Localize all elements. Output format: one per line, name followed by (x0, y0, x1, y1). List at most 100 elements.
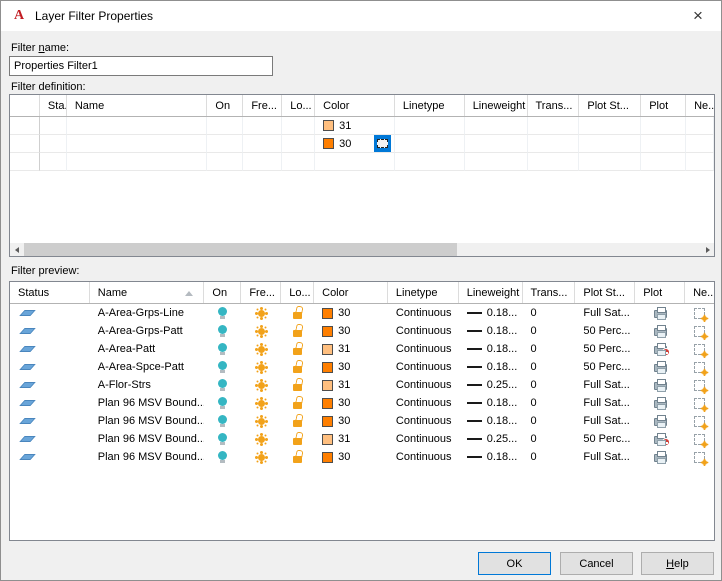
layer-row[interactable]: Plan 96 MSV Bound... 30 Continuous 0.18... 0… (10, 394, 714, 412)
filter-name-input[interactable] (9, 56, 273, 76)
definition-cell[interactable] (527, 153, 580, 171)
definition-cell[interactable] (641, 153, 687, 171)
layer-row[interactable]: A-Area-Patt 31 Continuous 0.18... 0 50 Perc..… (10, 340, 714, 358)
definition-cell[interactable] (66, 153, 208, 171)
definition-cell[interactable] (282, 135, 316, 153)
column-header-trans-[interactable]: Trans... (528, 95, 580, 116)
definition-cell[interactable] (243, 153, 283, 171)
column-header-lo-[interactable]: Lo... (281, 282, 315, 303)
definition-row[interactable] (10, 153, 714, 171)
plot-cell (635, 412, 685, 430)
column-header-name[interactable]: Name (90, 282, 205, 303)
column-header-plot-st-[interactable]: Plot St... (575, 282, 636, 303)
definition-cell[interactable] (686, 117, 714, 135)
column-header-fre-[interactable]: Fre... (243, 95, 283, 116)
definition-row[interactable]: 31 (10, 117, 714, 135)
preview-body[interactable]: A-Area-Grps-Line 30 Continuous 0.18... 0 Full… (10, 304, 714, 466)
definition-cell[interactable] (579, 117, 642, 135)
column-header-ne-[interactable]: Ne... (686, 95, 714, 116)
ok-button[interactable]: OK (478, 552, 551, 575)
column-header-on[interactable]: On (207, 95, 244, 116)
definition-cell[interactable] (527, 135, 580, 153)
definition-cell[interactable] (686, 153, 714, 171)
column-header-color[interactable]: Color (315, 95, 395, 116)
column-header-linetype[interactable]: Linetype (395, 95, 465, 116)
row-selector-cell[interactable] (10, 117, 40, 135)
layer-row[interactable]: A-Flor-Strs 31 Continuous 0.25... 0 Full Sat.… (10, 376, 714, 394)
cancel-button[interactable]: Cancel (560, 552, 633, 575)
color-swatch-icon (322, 433, 334, 445)
help-button[interactable]: Help (641, 552, 714, 575)
definition-cell[interactable] (394, 135, 465, 153)
definition-cell[interactable] (641, 117, 687, 135)
definition-cell[interactable] (579, 153, 642, 171)
definition-cell[interactable] (686, 135, 714, 153)
lock-cell (281, 430, 314, 448)
column-header-ne-[interactable]: Ne... (685, 282, 714, 303)
definition-cell[interactable] (282, 153, 316, 171)
layer-name-cell: Plan 96 MSV Bound... (97, 415, 205, 427)
close-icon[interactable]: × (681, 1, 715, 31)
definition-body[interactable]: 31 30 (10, 117, 714, 171)
definition-cell[interactable] (282, 117, 316, 135)
column-header-status[interactable]: Status (10, 282, 90, 303)
plot-style-cell: 50 Perc... (583, 325, 631, 337)
scroll-right-icon[interactable] (701, 243, 714, 256)
column-header-plot-st-[interactable]: Plot St... (579, 95, 642, 116)
definition-cell[interactable] (243, 117, 283, 135)
cell-select-icon[interactable] (373, 135, 391, 152)
definition-cell[interactable] (394, 117, 465, 135)
column-header-name[interactable]: Name (67, 95, 208, 116)
on-cell (204, 322, 241, 340)
layer-row[interactable]: A-Area-Grps-Patt 30 Continuous 0.18... 0 50 P… (10, 322, 714, 340)
definition-cell[interactable] (207, 117, 244, 135)
horizontal-scrollbar[interactable] (10, 243, 714, 256)
definition-cell[interactable] (243, 135, 283, 153)
definition-cell[interactable] (66, 135, 208, 153)
definition-cell[interactable] (464, 135, 528, 153)
definition-cell[interactable] (207, 153, 244, 171)
column-header-on[interactable]: On (204, 282, 242, 303)
column-header-sta-[interactable]: Sta... (40, 95, 67, 116)
column-header-trans-[interactable]: Trans... (523, 282, 576, 303)
column-header-fre-[interactable]: Fre... (241, 282, 282, 303)
definition-cell[interactable] (394, 153, 465, 171)
definition-cell[interactable] (527, 117, 580, 135)
column-header-plot[interactable]: Plot (641, 95, 687, 116)
definition-cell[interactable] (207, 135, 244, 153)
definition-cell[interactable] (66, 117, 208, 135)
definition-cell[interactable]: 31 (315, 117, 395, 135)
definition-cell[interactable] (39, 153, 67, 171)
filter-preview-table[interactable]: Status Name On Fre... Lo... Color Linetype Line… (9, 281, 715, 541)
layer-row[interactable]: A-Area-Grps-Line 30 Continuous 0.18... 0 Full… (10, 304, 714, 322)
scrollbar-thumb[interactable] (24, 243, 457, 256)
lock-cell (281, 322, 314, 340)
definition-cell[interactable] (641, 135, 687, 153)
definition-cell[interactable] (464, 117, 528, 135)
definition-cell[interactable] (464, 153, 528, 171)
layer-name-cell: A-Area-Grps-Line (97, 307, 184, 319)
layer-row[interactable]: Plan 96 MSV Bound... 30 Continuous 0.18... 0… (10, 448, 714, 466)
definition-cell[interactable] (39, 135, 67, 153)
column-header-plot[interactable]: Plot (635, 282, 686, 303)
column-header-linetype[interactable]: Linetype (388, 282, 459, 303)
column-header-color[interactable]: Color (314, 282, 388, 303)
column-header-row-selector[interactable] (10, 95, 40, 116)
status-cell (10, 358, 90, 376)
row-selector-cell[interactable] (10, 135, 40, 153)
status-cell (10, 430, 90, 448)
column-header-lineweight[interactable]: Lineweight (459, 282, 523, 303)
layer-row[interactable]: Plan 96 MSV Bound... 31 Continuous 0.25... 0… (10, 430, 714, 448)
definition-cell[interactable] (39, 117, 67, 135)
definition-row[interactable]: 30 (10, 135, 714, 153)
scroll-left-icon[interactable] (10, 243, 23, 256)
layer-row[interactable]: Plan 96 MSV Bound... 30 Continuous 0.18... 0… (10, 412, 714, 430)
layer-row[interactable]: A-Area-Spce-Patt 30 Continuous 0.18... 0 50 P… (10, 358, 714, 376)
column-header-lo-[interactable]: Lo... (282, 95, 316, 116)
definition-cell[interactable]: 30 (315, 135, 395, 153)
definition-cell[interactable] (579, 135, 642, 153)
filter-definition-table[interactable]: Sta...NameOnFre...Lo...ColorLinetypeLine… (9, 94, 715, 257)
row-selector-cell[interactable] (10, 153, 40, 171)
column-header-lineweight[interactable]: Lineweight (465, 95, 528, 116)
definition-cell[interactable] (315, 153, 395, 171)
